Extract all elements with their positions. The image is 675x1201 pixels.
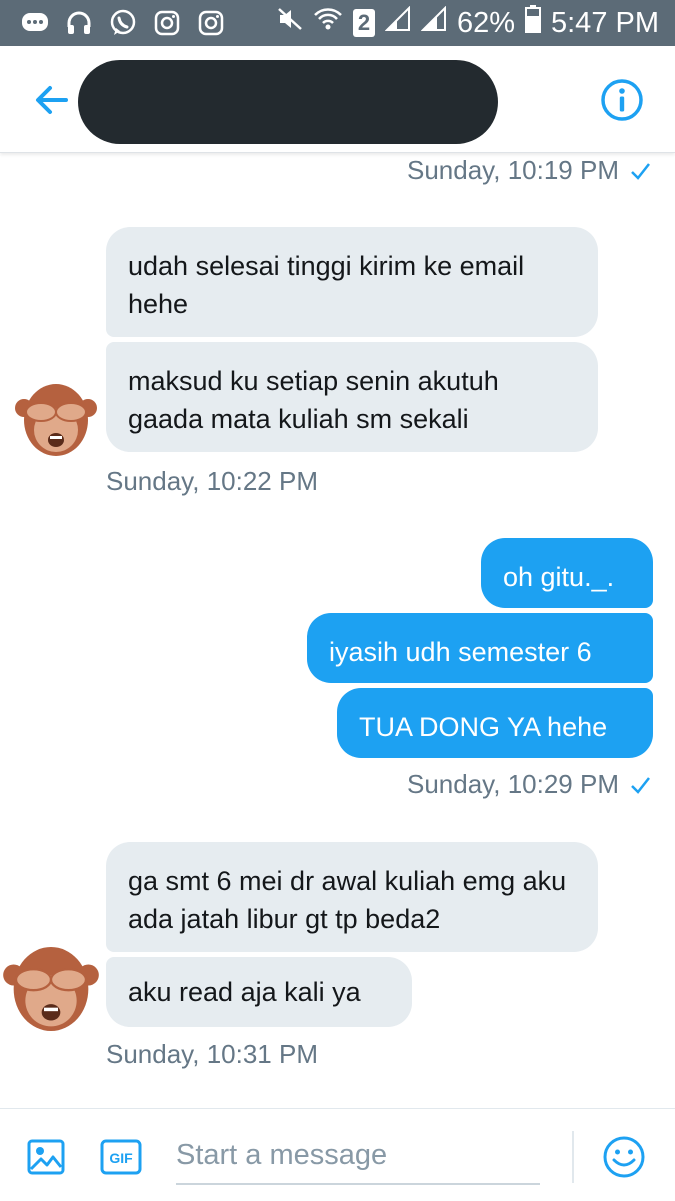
system-status: 2 62% 5:47 PM [277,0,659,46]
whatsapp-icon [108,8,138,38]
clock: 5:47 PM [551,6,659,39]
message-timestamp: Sunday, 10:31 PM [106,1039,318,1070]
incoming-message[interactable]: maksud ku setiap senin akutuh gaada mata… [106,342,598,452]
emoji-icon[interactable] [602,1135,646,1179]
timestamp-text: Sunday, 10:29 PM [407,769,619,799]
wifi-icon [313,6,343,40]
redacted-contact-name [78,60,498,144]
status-bar: 2 62% 5:47 PM [0,0,675,46]
avatar[interactable] [14,378,98,462]
message-text: udah selesai tinggi kirim ke email hehe [128,251,525,319]
image-icon[interactable] [26,1137,66,1177]
message-composer: GIF [0,1108,675,1201]
message-text: aku read aja kali ya [128,977,361,1007]
message-text: oh gitu._. [503,562,615,592]
avatar[interactable] [2,940,100,1038]
signal-icon-2 [420,5,447,40]
sim-badge: 2 [352,9,375,37]
composer-divider [572,1131,574,1183]
signal-icon [384,5,411,40]
mute-icon [277,6,303,40]
message-text: maksud ku setiap senin akutuh gaada mata… [128,366,499,434]
timestamp-text: Sunday, 10:19 PM [407,155,619,185]
message-timestamp: Sunday, 10:19 PM [407,155,651,186]
gif-label: GIF [109,1150,133,1166]
battery-percent: 62% [456,6,515,39]
message-input[interactable] [176,1127,540,1185]
conversation-header [0,46,675,153]
message-text: iyasih udh semester 6 [329,637,592,667]
outgoing-message[interactable]: oh gitu._. [481,538,653,608]
message-icon [20,8,50,38]
sent-check-icon [631,162,650,180]
instagram-icon [196,8,226,38]
headphones-icon [64,8,94,38]
message-text: ga smt 6 mei dr awal kuliah emg aku ada … [128,866,567,934]
incoming-message[interactable]: aku read aja kali ya [106,957,412,1027]
info-icon[interactable] [598,76,646,124]
timestamp-text: Sunday, 10:31 PM [106,1039,318,1069]
outgoing-message[interactable]: iyasih udh semester 6 [307,613,653,683]
sent-check-icon [631,776,650,794]
message-timestamp: Sunday, 10:29 PM [407,769,651,800]
message-timestamp: Sunday, 10:22 PM [106,466,318,497]
instagram-icon [152,8,182,38]
incoming-message[interactable]: udah selesai tinggi kirim ke email hehe [106,227,598,337]
incoming-message[interactable]: ga smt 6 mei dr awal kuliah emg aku ada … [106,842,598,952]
outgoing-message[interactable]: TUA DONG YA hehe [337,688,653,758]
notification-icons [20,8,226,38]
message-text: TUA DONG YA hehe [359,712,608,742]
gif-icon[interactable]: GIF [100,1139,142,1175]
timestamp-text: Sunday, 10:22 PM [106,466,318,496]
back-arrow-icon[interactable] [30,78,74,122]
battery-icon [525,5,541,41]
